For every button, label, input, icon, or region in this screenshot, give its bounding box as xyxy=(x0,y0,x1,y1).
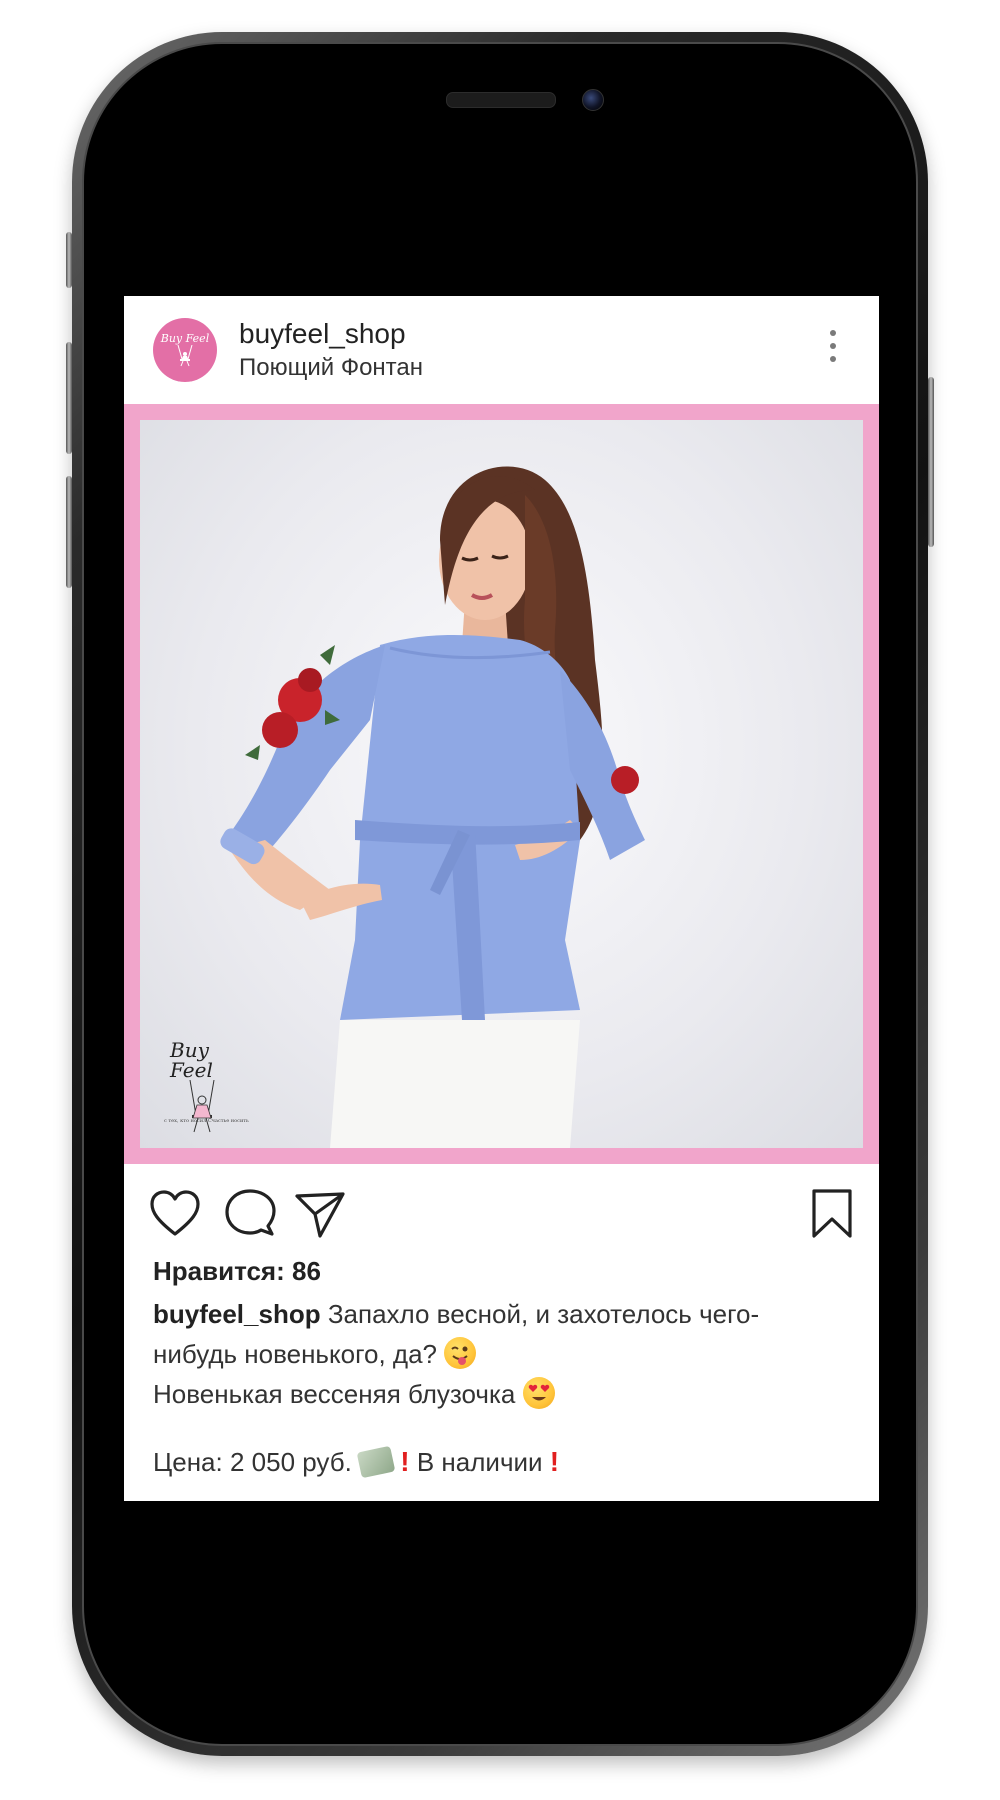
likes-count[interactable]: Нравится: 86 xyxy=(153,1256,321,1287)
front-camera xyxy=(582,89,604,111)
money-wings-emoji xyxy=(356,1445,396,1479)
earpiece-speaker xyxy=(446,92,556,108)
price-line: Цена: 2 050 руб. ! В наличии ! xyxy=(153,1445,560,1479)
post-image-frame: Buy Feel с тех, кто носил Счастье носить xyxy=(124,404,879,1164)
post-username[interactable]: buyfeel_shop xyxy=(239,318,406,350)
red-exclamation-emoji: ! xyxy=(400,1446,410,1477)
availability-text: В наличии xyxy=(416,1447,543,1477)
more-vertical-icon[interactable] xyxy=(827,330,839,370)
caption-text-line-3: Новенькая вессеняя блузочка xyxy=(153,1379,516,1409)
caption-username[interactable]: buyfeel_shop xyxy=(153,1299,321,1329)
caption-text-line-1: Запахло весной, и захотелось чего- xyxy=(327,1299,760,1329)
instagram-post-screen: Buy Feel buyfeel_shop Поющий Фонтан Buy … xyxy=(124,296,879,1501)
winking-tongue-emoji xyxy=(444,1337,477,1369)
swing-girl-icon xyxy=(189,1079,215,1133)
volume-down-button xyxy=(66,476,72,588)
red-exclamation-emoji: ! xyxy=(549,1446,560,1477)
mute-switch xyxy=(66,232,72,288)
post-photo[interactable]: Buy Feel с тех, кто носил Счастье носить xyxy=(140,420,863,1148)
heart-eyes-emoji xyxy=(522,1377,555,1409)
swing-girl-icon xyxy=(177,345,193,367)
avatar-logo-text: Buy Feel xyxy=(160,332,210,345)
heart-icon[interactable] xyxy=(147,1186,203,1242)
post-actions xyxy=(124,1164,879,1260)
volume-up-button xyxy=(66,342,72,454)
power-button xyxy=(928,377,934,547)
bookmark-icon[interactable] xyxy=(804,1186,860,1242)
post-location[interactable]: Поющий Фонтан xyxy=(239,354,423,382)
post-caption: buyfeel_shop Запахло весной, и захотелос… xyxy=(153,1294,853,1414)
watermark-brand-text: Buy Feel xyxy=(170,1038,213,1082)
watermark-tagline: с тех, кто носил Счастье носить xyxy=(164,1118,249,1124)
post-header: Buy Feel buyfeel_shop Поющий Фонтан xyxy=(124,296,879,404)
comment-icon[interactable] xyxy=(222,1186,278,1242)
brand-watermark: Buy Feel с тех, кто носил Счастье носить xyxy=(164,1038,250,1133)
avatar[interactable]: Buy Feel xyxy=(153,318,217,382)
caption-text-line-2: нибудь новенького, да? xyxy=(153,1339,438,1369)
price-text: Цена: 2 050 руб. xyxy=(153,1447,352,1477)
send-icon[interactable] xyxy=(292,1186,348,1242)
model-photo-illustration xyxy=(220,466,645,1148)
